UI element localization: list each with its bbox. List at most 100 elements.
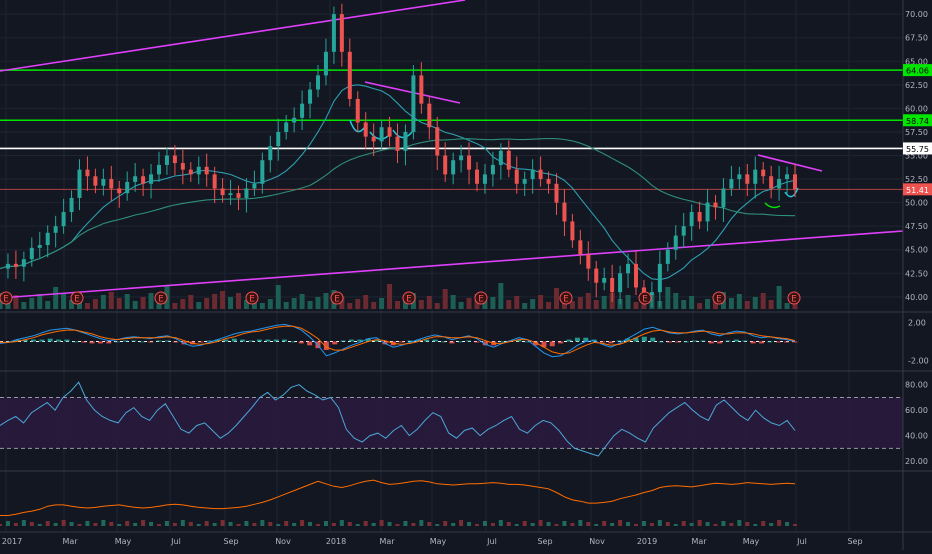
volume-indicator-bar <box>117 524 122 526</box>
volume-bar <box>752 297 758 309</box>
volume-bar <box>768 300 774 309</box>
candle-body <box>77 169 82 198</box>
volume-bar <box>490 297 496 309</box>
candle-body <box>554 183 559 203</box>
volume-bar <box>514 296 520 309</box>
candle-body <box>657 263 662 293</box>
volume-bar <box>259 303 265 309</box>
volume-bar <box>554 288 559 309</box>
volume-bar <box>442 289 448 309</box>
volume-bar <box>522 303 528 309</box>
macd-histogram-bar <box>432 339 438 342</box>
macd-histogram-bar <box>273 339 279 342</box>
volume-bar <box>625 295 631 309</box>
price-label-text: 51.41 <box>906 186 929 195</box>
candle-body <box>411 75 416 132</box>
volume-indicator-bar <box>5 521 10 526</box>
volume-bar <box>188 295 194 309</box>
candle-body <box>506 150 511 170</box>
macd-histogram-bar <box>466 340 472 342</box>
price-label-text: 58.74 <box>906 117 929 126</box>
volume-indicator-bar <box>331 523 336 526</box>
candle-body <box>665 249 670 264</box>
candle-body <box>13 263 18 267</box>
candle-body <box>149 174 154 184</box>
candle-body <box>308 89 313 104</box>
candle-body <box>769 176 774 189</box>
volume-indicator-bar <box>188 522 193 526</box>
time-tick-label: Jul <box>170 537 181 546</box>
macd-histogram-bar <box>97 341 103 344</box>
earnings-marker-label: E <box>563 295 569 305</box>
volume-indicator-bar <box>697 520 702 526</box>
volume-indicator-bar <box>403 521 408 526</box>
time-tick-label: Mar <box>379 537 395 546</box>
volume-indicator-bar <box>196 524 201 526</box>
candle-body <box>673 235 678 250</box>
volume-bar <box>172 303 178 309</box>
macd-histogram-bar <box>474 341 480 343</box>
time-tick-label: Jul <box>796 537 807 546</box>
price-tick-label: 60.00 <box>905 104 928 113</box>
volume-bar <box>283 302 289 309</box>
volume-indicator-bar <box>482 521 487 526</box>
volume-bar <box>593 300 599 309</box>
volume-indicator-bar <box>522 521 527 526</box>
volume-indicator-bar <box>141 520 146 526</box>
candle-body <box>514 169 519 184</box>
candle-body <box>697 212 702 222</box>
candle-body <box>316 75 320 90</box>
candle-body <box>323 51 328 76</box>
time-tick-label: Mar <box>691 537 707 546</box>
volume-indicator-bar <box>506 522 511 526</box>
volume-bar <box>450 295 456 309</box>
macd-histogram-bar <box>81 341 87 343</box>
volume-indicator-bar <box>164 521 169 526</box>
earnings-marker-label: E <box>406 295 412 305</box>
candle-body <box>125 181 130 194</box>
macd-histogram-bar <box>641 336 647 342</box>
candle-body <box>85 169 90 177</box>
candle-body <box>626 263 631 274</box>
volume-indicator-bar <box>260 520 265 526</box>
price-tick-label: 47.50 <box>905 222 928 231</box>
macd-histogram-bar <box>733 339 739 342</box>
macd-histogram-bar <box>700 340 706 342</box>
volume-bar <box>220 291 226 309</box>
chart-root: EEEEEEEEEEE 70.00 67.50 65.00 62.50 60.00 57.… <box>0 0 932 550</box>
volume-bar <box>21 302 27 309</box>
macd-histogram-bar <box>123 340 129 342</box>
volume-bar <box>395 301 400 309</box>
candle-body <box>777 179 782 189</box>
volume-indicator-bar <box>204 521 209 526</box>
macd-histogram-bar <box>424 339 430 342</box>
volume-bar <box>633 302 639 309</box>
candle-body <box>435 127 440 156</box>
candle-body <box>204 166 209 175</box>
volume-indicator-bar <box>93 523 98 526</box>
volume-indicator-bar <box>618 520 623 526</box>
volume-indicator-bar <box>53 523 58 526</box>
macd-histogram-bar <box>449 341 455 344</box>
volume-indicator-bar <box>157 524 161 526</box>
macd-histogram-bar <box>616 340 622 342</box>
volume-indicator-bar <box>634 524 638 526</box>
volume-indicator-bar <box>77 524 82 526</box>
volume-bar <box>665 287 671 309</box>
candle-body <box>157 164 161 175</box>
candle-body <box>117 188 122 194</box>
candle-body <box>300 103 305 118</box>
volume-indicator-bar <box>371 523 376 526</box>
volume-indicator-bar <box>411 523 416 526</box>
volume-indicator-bar <box>149 522 154 526</box>
macd-histogram-bar <box>558 341 564 344</box>
candle-body <box>498 150 503 165</box>
volume-bar <box>228 297 234 309</box>
volume-indicator-bar <box>85 521 90 526</box>
volume-indicator-bar <box>13 523 18 526</box>
volume-bar <box>379 298 385 309</box>
volume-bar <box>307 301 313 309</box>
volume-indicator-bar <box>649 523 654 526</box>
volume-indicator-bar <box>300 520 305 526</box>
candle-body <box>196 166 201 175</box>
